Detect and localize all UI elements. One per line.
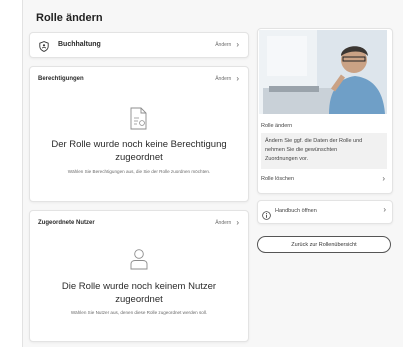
users-empty-title: Die Rolle wurde noch keinem Nutzer zugeo…: [61, 281, 217, 305]
permissions-header: Berechtigungen: [38, 76, 84, 82]
chevron-right-icon: ›: [236, 218, 239, 227]
permissions-empty-title: Der Rolle wurde noch keine Berechtigung …: [51, 139, 227, 163]
back-to-roles-label: Zurück zur Rollenübersicht: [291, 241, 357, 248]
chevron-right-icon: ›: [236, 74, 239, 83]
role-name-card[interactable]: Buchhaltung Ändern ›: [29, 32, 249, 58]
role-edit-link[interactable]: Ändern ›: [215, 39, 239, 49]
role-edit-label: Ändern: [215, 41, 232, 48]
delete-role-label: Rolle löschen: [261, 176, 295, 182]
permissions-edit-link[interactable]: Ändern ›: [215, 75, 239, 83]
side-info-box: Ändern Sie ggf. die Daten der Rolle und …: [261, 133, 387, 169]
permissions-empty-subtitle: Wählen Sie Berechtigungen aus, die Sie d…: [67, 169, 211, 174]
permissions-edit-label: Ändern: [215, 76, 232, 82]
back-to-roles-button[interactable]: Zurück zur Rollenübersicht: [257, 236, 391, 253]
assigned-users-header: Zugeordnete Nutzer: [38, 220, 95, 226]
handbook-card[interactable]: Handbuch öffnen ›: [257, 200, 393, 224]
user-icon: [129, 248, 149, 270]
assigned-users-card: Zugeordnete Nutzer Ändern › Die Rolle wu…: [29, 210, 249, 342]
shield-icon: [39, 39, 49, 52]
document-icon: [129, 107, 148, 130]
chevron-right-icon: ›: [236, 39, 239, 49]
header-photo: [259, 30, 387, 114]
delete-role-link[interactable]: Rolle löschen ›: [261, 174, 387, 186]
permissions-card: Berechtigungen Ändern › Der Rolle wurde …: [29, 66, 249, 202]
users-edit-link[interactable]: Ändern ›: [215, 219, 239, 227]
handbook-label: Handbuch öffnen: [275, 208, 317, 214]
chevron-right-icon: ›: [383, 205, 386, 214]
users-empty-subtitle: Wählen Sie Nutzer aus, denen diese Rolle…: [70, 310, 208, 315]
info-icon: [262, 207, 271, 220]
side-section-label: Rolle ändern: [261, 123, 293, 129]
page-title: Rolle ändern: [36, 12, 103, 24]
role-name-label: Buchhaltung: [58, 41, 101, 48]
chevron-right-icon: ›: [382, 174, 385, 183]
users-edit-label: Ändern: [215, 220, 232, 226]
